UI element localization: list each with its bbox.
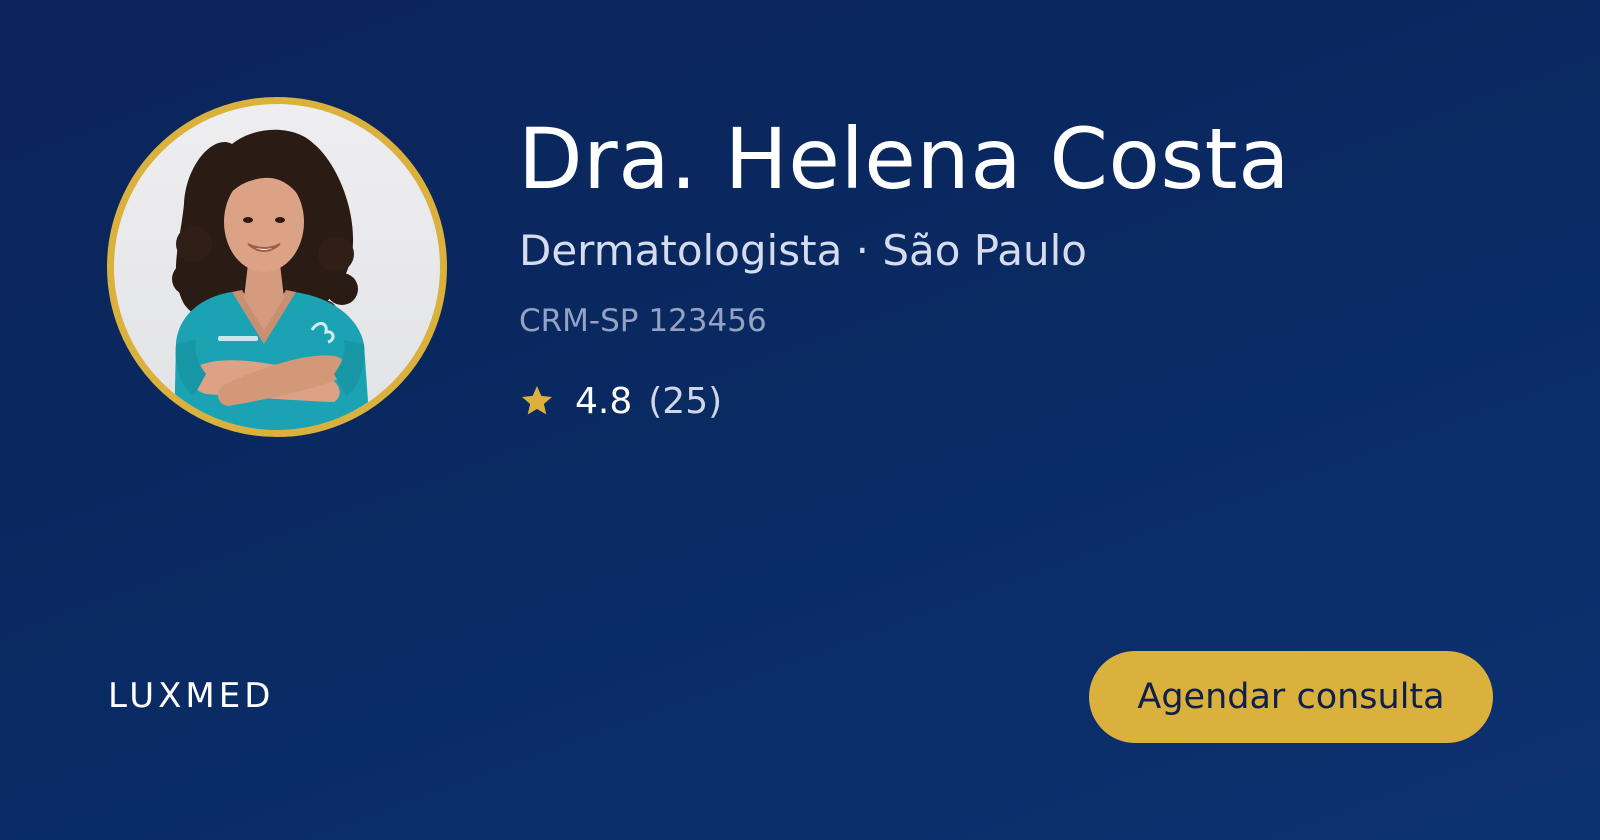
doctor-photo-illustration — [172, 129, 370, 430]
specialty-location: Dermatologista · São Paulo — [519, 226, 1087, 275]
doctor-avatar — [107, 97, 447, 437]
rating-score: 4.8 — [575, 380, 633, 422]
rating: 4.8 (25) — [519, 378, 722, 424]
rating-count: (25) — [648, 380, 723, 422]
star-icon — [522, 386, 552, 415]
book-appointment-button[interactable]: Agendar consulta — [1089, 651, 1493, 743]
medical-registration: CRM-SP 123456 — [519, 303, 767, 339]
doctor-profile-card: Dra. Helena Costa Dermatologista · São P… — [0, 0, 1600, 840]
brand-logo: LUXMED — [108, 676, 275, 716]
doctor-name: Dra. Helena Costa — [518, 110, 1291, 208]
